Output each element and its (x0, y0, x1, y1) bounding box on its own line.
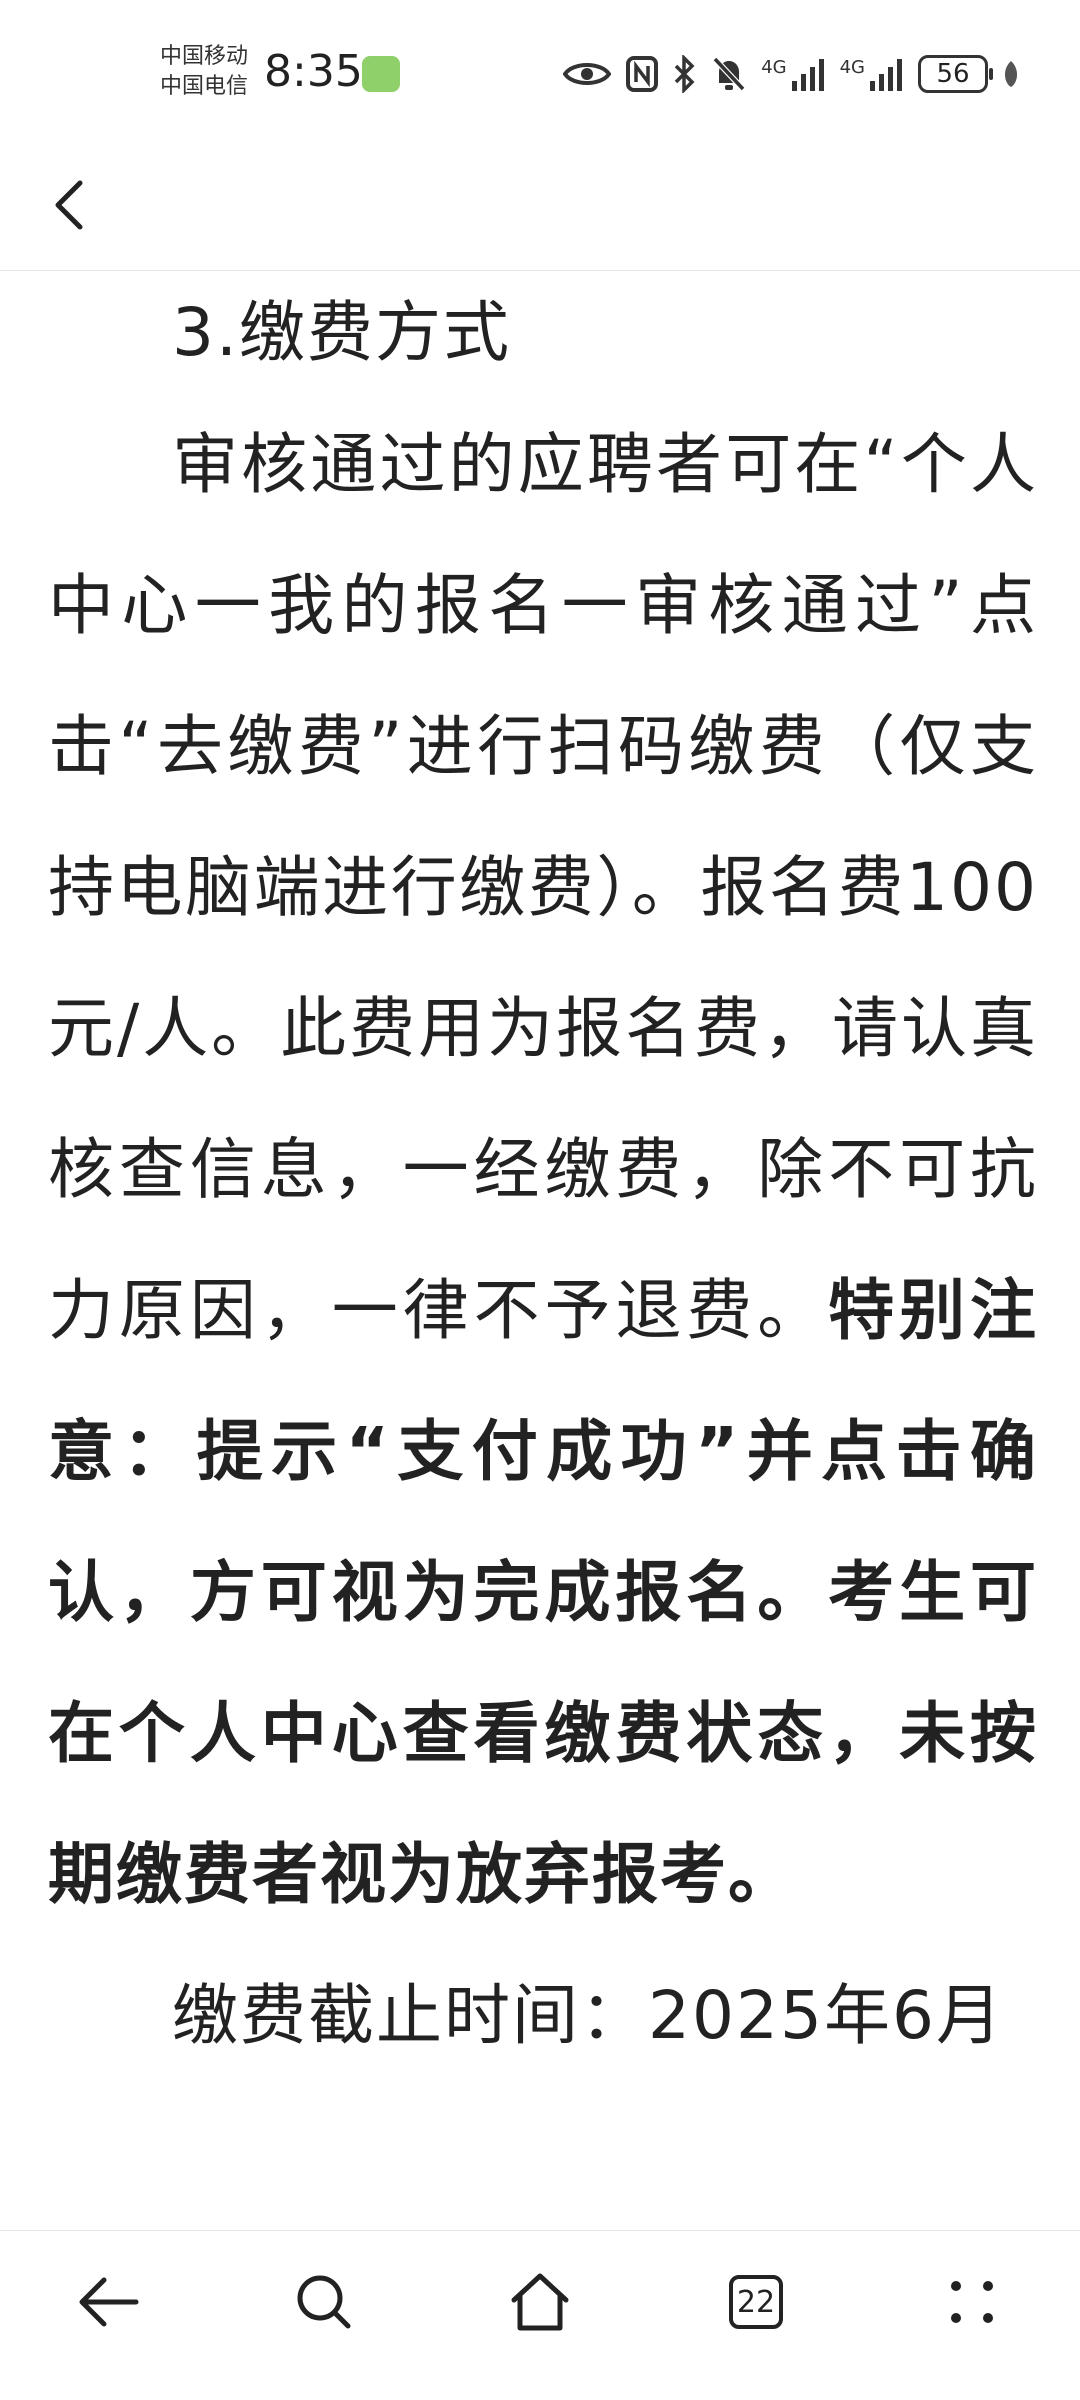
important-notice: 特别注意：提示“支付成功”并点击确认，方可视为完成报名。考生可在个人中心查看缴费… (48, 1272, 1039, 1913)
carrier-2: 中国电信 (160, 74, 249, 99)
search-button[interactable] (264, 2257, 384, 2347)
battery-icon: 56 (918, 55, 993, 93)
nfc-icon (626, 56, 659, 92)
back-nav-button[interactable] (48, 2257, 168, 2347)
section-heading: 3.缴费方式 (172, 294, 511, 371)
chevron-left-icon (55, 180, 83, 230)
home-button[interactable] (480, 2257, 600, 2347)
arrow-left-icon (79, 2277, 139, 2327)
mute-bell-icon (712, 56, 746, 92)
article-paragraph: 审核通过的应聘者可在“个人中心一我的报名一审核通过”点击“去缴费”进行扫码缴费（… (48, 394, 1038, 1945)
menu-button[interactable] (912, 2257, 1032, 2347)
network-type-2: 4G (839, 57, 865, 78)
signal-bars-icon (870, 59, 902, 91)
leaf-icon (1004, 61, 1018, 87)
tabs-count-icon: 22 (729, 2275, 783, 2329)
back-button[interactable] (28, 165, 108, 245)
tabs-button[interactable]: 22 (696, 2257, 816, 2347)
status-time: 8:35 (264, 46, 363, 97)
payment-deadline: 缴费截止时间：2025年6月 (172, 1977, 1004, 2054)
page-header (0, 140, 1080, 271)
bluetooth-icon (674, 55, 695, 93)
signal-2: 4G (840, 57, 904, 91)
status-bar: 中国移动 中国电信 8:35 4G 4G 56 (0, 0, 1080, 140)
home-icon (511, 2273, 569, 2331)
app-notification-icon (362, 56, 400, 92)
menu-dots-icon (951, 2281, 993, 2323)
article-content: 3.缴费方式 审核通过的应聘者可在“个人中心一我的报名一审核通过”点击“去缴费”… (48, 272, 1038, 2086)
carrier-info: 中国移动 中国电信 (160, 42, 248, 102)
paragraph-text: 审核通过的应聘者可在“个人中心一我的报名一审核通过”点击“去缴费”进行扫码缴费（… (48, 426, 1038, 1349)
signal-1: 4G (761, 57, 825, 91)
eye-icon (563, 63, 612, 85)
battery-level: 56 (936, 59, 970, 89)
bottom-navigation-bar: 22 (0, 2230, 1080, 2400)
tabs-count: 22 (736, 2284, 776, 2320)
search-icon (297, 2275, 351, 2329)
network-type-1: 4G (761, 57, 787, 78)
status-icons: 4G 4G 56 (563, 48, 1020, 100)
carrier-1: 中国移动 (160, 44, 249, 69)
signal-bars-icon (791, 59, 824, 91)
